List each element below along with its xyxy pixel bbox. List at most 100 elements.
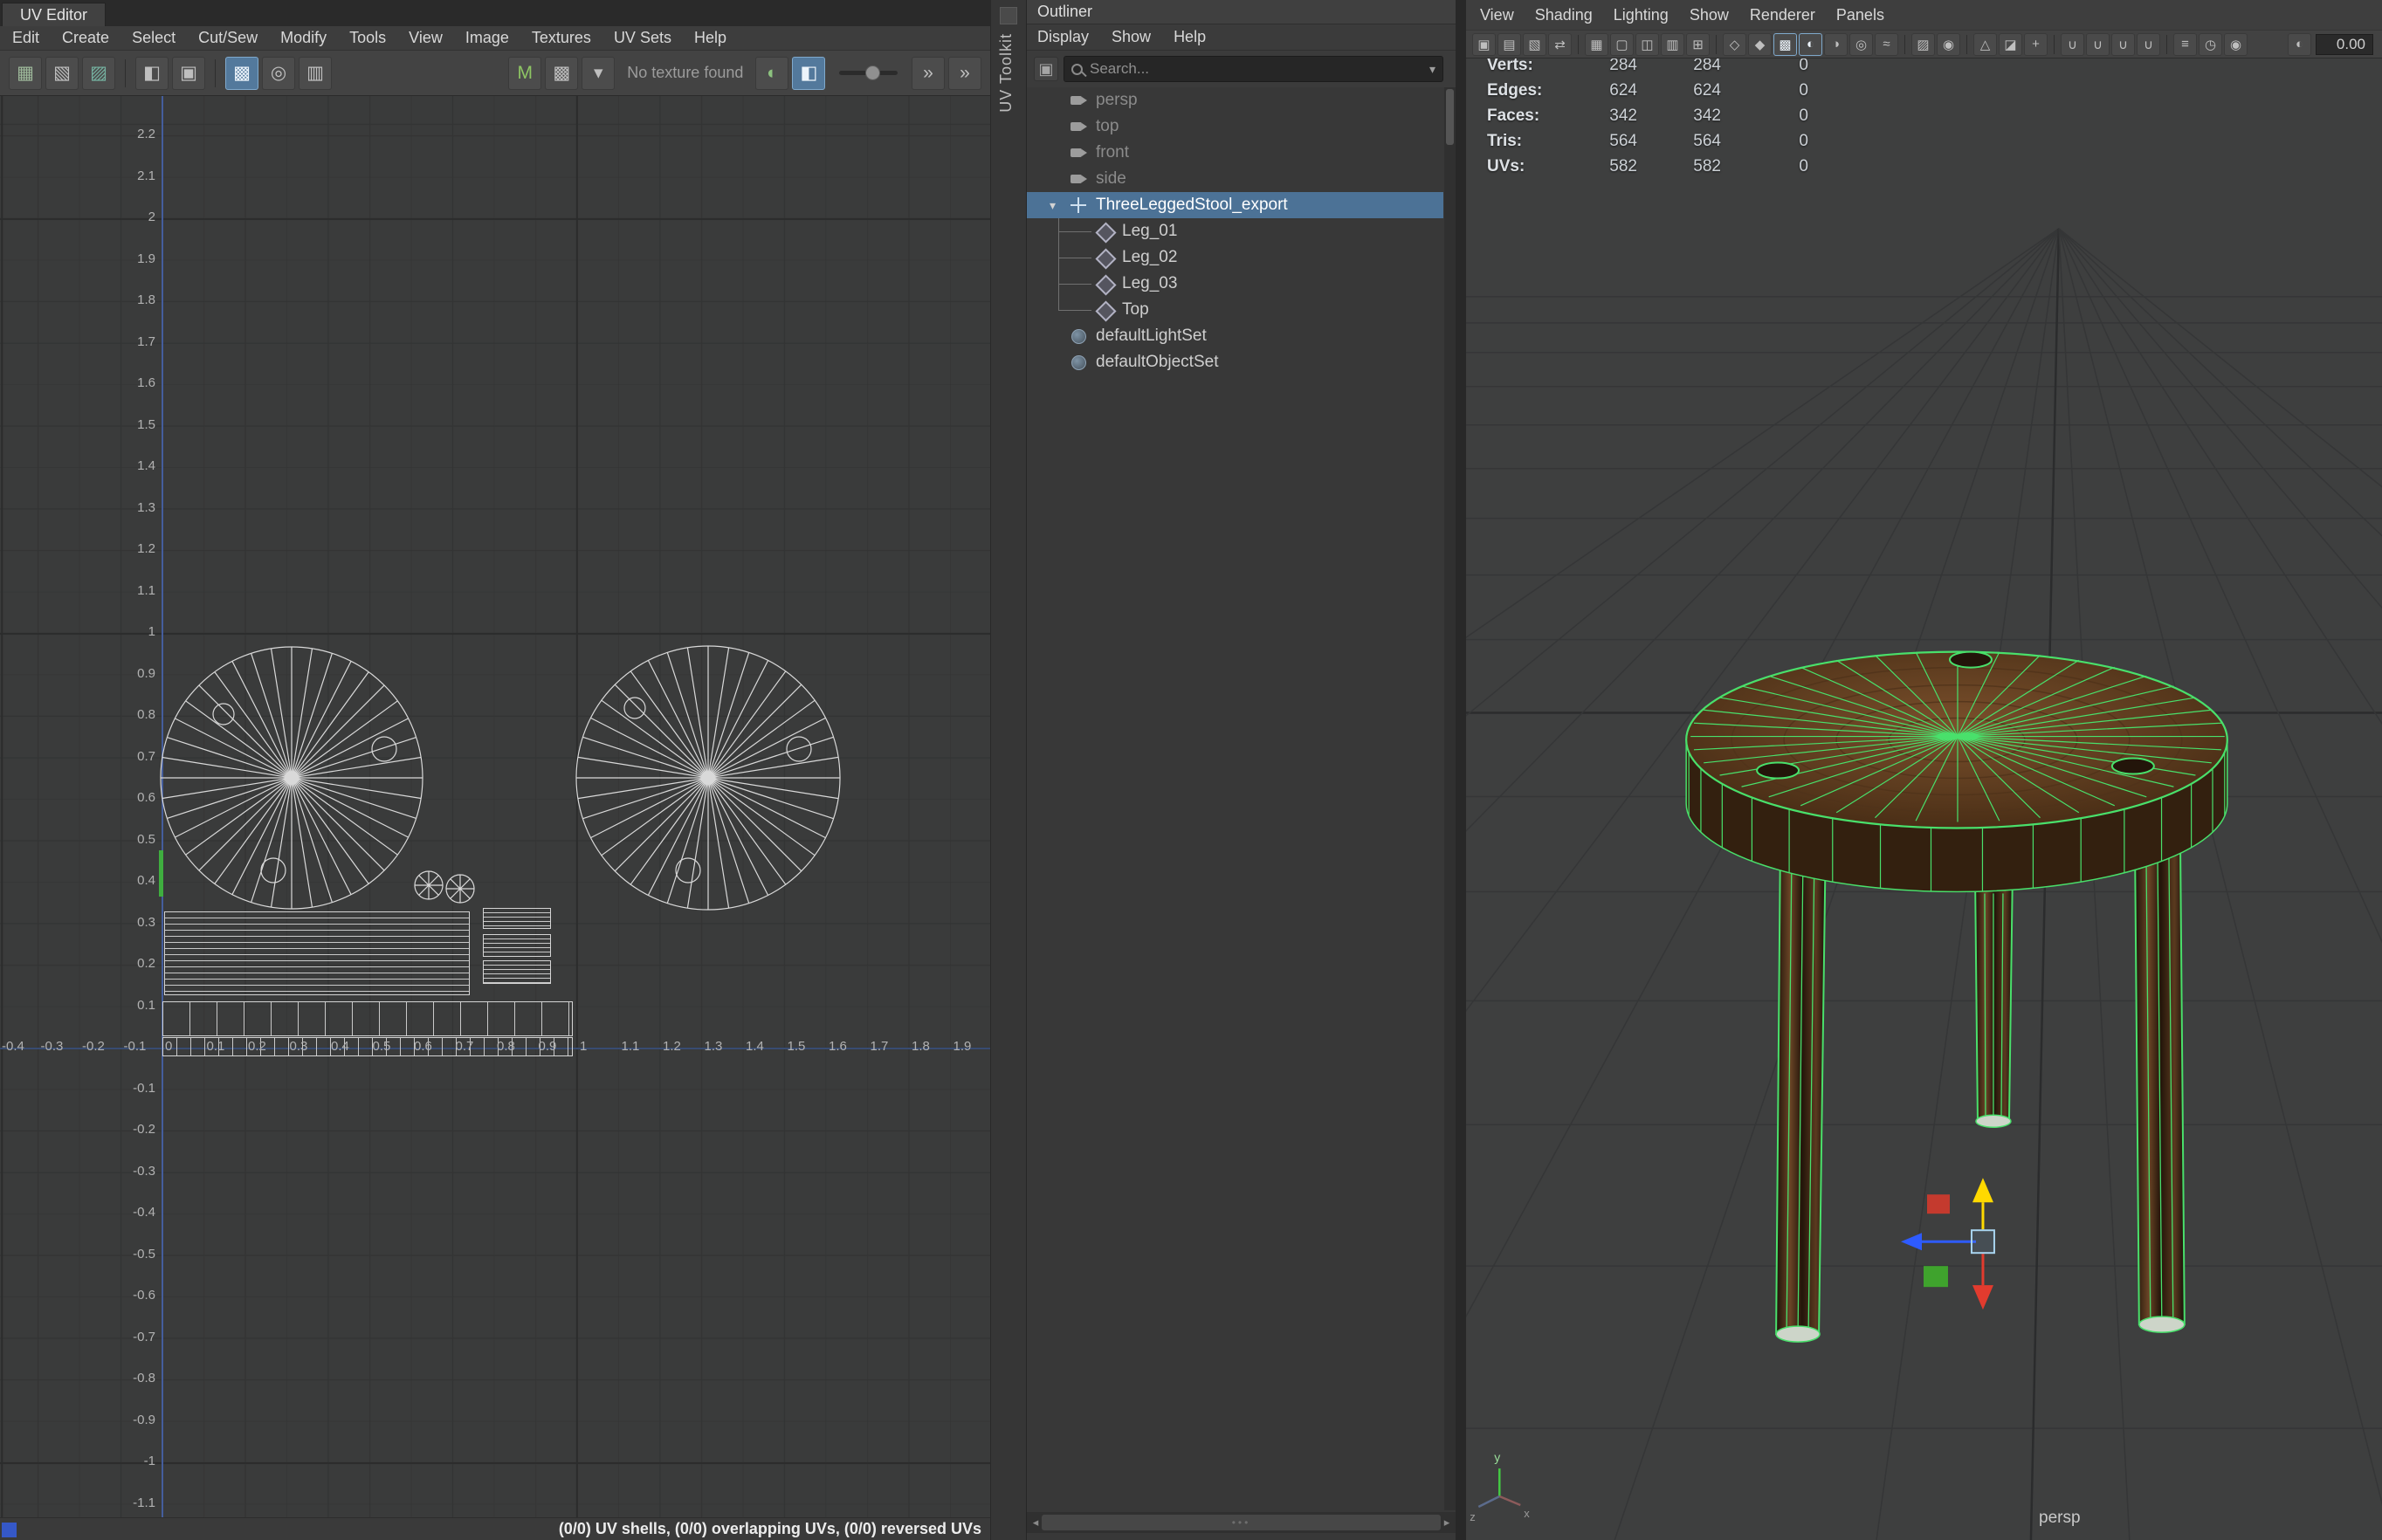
outliner-item-threeleggedstool_export[interactable]: ▾ ThreeLeggedStool_export [1027, 192, 1443, 218]
viewport-menu-panels[interactable]: Panels [1836, 6, 1884, 24]
outliner-item-leg_01[interactable]: Leg_01 [1027, 218, 1443, 244]
viewport-menu-lighting[interactable]: Lighting [1614, 6, 1669, 24]
uv-distortion-icon[interactable]: ▨ [82, 56, 115, 90]
outliner-item-leg_02[interactable]: Leg_02 [1027, 244, 1443, 271]
exposure-icon[interactable]: ◐ [2288, 32, 2311, 56]
shadows-icon[interactable]: ◑ [1824, 32, 1848, 56]
outliner-item-top[interactable]: top [1027, 113, 1443, 140]
texture-swatch-icon[interactable]: ▩ [545, 56, 579, 90]
outliner-horizontal-scrollbar[interactable]: ◂ ••• ▸ [1027, 1512, 1456, 1533]
gate-mask-icon[interactable]: ▥ [1661, 32, 1684, 56]
pan-zoom-icon[interactable]: ⇄ [1548, 32, 1572, 56]
uv-snapshot-icon[interactable]: ▥ [299, 56, 332, 90]
x-ray-joints-icon[interactable]: + [2024, 32, 2048, 56]
x-ray-icon[interactable]: ◪ [1999, 32, 2022, 56]
uv-canvas[interactable]: 2.2 2.1 2 1.9 1.8 1.7 1.6 1.5 1.4 1.3 1.2 1.1 1 0.9 0.… [0, 96, 990, 1517]
outliner-item-leg_03[interactable]: Leg_03 [1027, 271, 1443, 297]
smooth-shade-icon[interactable]: ◆ [1748, 32, 1772, 56]
bookmarks-icon[interactable]: ▤ [1497, 32, 1521, 56]
texture-borders-icon[interactable]: ▣ [172, 56, 205, 90]
multisampling-icon[interactable]: ▨ [1911, 32, 1935, 56]
outliner-menu-display[interactable]: Display [1037, 28, 1089, 46]
stool-leg-right[interactable] [2133, 825, 2186, 1333]
scroll-right-icon[interactable]: ▸ [1441, 1516, 1453, 1530]
snap-to-curves-icon[interactable]: ∪ [2086, 32, 2110, 56]
stool-leg-left[interactable] [1775, 825, 1828, 1343]
scrollbar-thumb-h[interactable]: ••• [1042, 1515, 1441, 1530]
uv-menu-uv-sets[interactable]: UV Sets [614, 29, 671, 47]
resolution-gate-icon[interactable]: ◫ [1635, 32, 1659, 56]
uv-shell-leg-band-2[interactable] [162, 1037, 573, 1056]
slider-knob[interactable] [865, 65, 881, 80]
uv-shell-seat-side[interactable] [164, 911, 470, 995]
material-texture-icon[interactable]: M [508, 56, 542, 90]
outliner-item-top[interactable]: Top [1027, 297, 1443, 323]
grid-display-icon[interactable]: ▦ [1585, 32, 1608, 56]
uv-menu-image[interactable]: Image [465, 29, 509, 47]
outliner-search-input[interactable] [1090, 60, 1424, 78]
uv-menu-edit[interactable]: Edit [12, 29, 39, 47]
gain-toggle-icon[interactable]: ◧ [792, 56, 826, 90]
use-all-lights-icon[interactable]: ◐ [1799, 32, 1822, 56]
uv-shell-strip-b[interactable] [483, 934, 551, 957]
stool-leg-back[interactable] [1973, 869, 2014, 1129]
exposure-toggle-icon[interactable]: ◐ [755, 56, 789, 90]
uv-toolkit-icon[interactable] [1000, 7, 1017, 24]
image-brightness-slider[interactable] [839, 65, 898, 80]
uv-shells[interactable] [160, 645, 841, 911]
plane-handle-red[interactable] [1926, 1194, 1950, 1214]
construction-history-icon[interactable]: ◷ [2199, 32, 2222, 56]
isolate-select-icon[interactable]: △ [1973, 32, 1997, 56]
textured-display-icon[interactable]: ▩ [1773, 32, 1797, 56]
viewport-scene[interactable]: y z x [1466, 58, 2382, 1540]
uv-menu-help[interactable]: Help [694, 29, 726, 47]
wireframe-display-icon[interactable]: ◇ [1723, 32, 1746, 56]
input-operations-icon[interactable]: ≡ [2173, 32, 2197, 56]
outliner-item-defaultlightset[interactable]: defaultLightSet [1027, 323, 1443, 349]
outliner-item-defaultobjectset[interactable]: defaultObjectSet [1027, 349, 1443, 375]
viewport-menu-view[interactable]: View [1480, 6, 1514, 24]
uv-texture-checker-icon[interactable]: ▦ [9, 56, 42, 90]
toolbar-expand-icon[interactable]: » [912, 56, 945, 90]
panel-divider[interactable] [1456, 0, 1466, 1540]
outliner-item-persp[interactable]: persp [1027, 87, 1443, 113]
viewport-menu-renderer[interactable]: Renderer [1750, 6, 1815, 24]
uv-shells-svg[interactable] [0, 96, 990, 1517]
uv-toolkit-strip[interactable]: UV Toolkit [990, 0, 1027, 1540]
uv-menu-create[interactable]: Create [62, 29, 109, 47]
outliner-menu-show[interactable]: Show [1112, 28, 1151, 46]
snap-to-points-icon[interactable]: ∪ [2111, 32, 2135, 56]
uv-menu-tools[interactable]: Tools [349, 29, 386, 47]
uv-menu-modify[interactable]: Modify [280, 29, 327, 47]
search-dropdown-caret-icon[interactable]: ▾ [1429, 62, 1435, 77]
uv-menu-cut-sew[interactable]: Cut/Sew [198, 29, 258, 47]
toolbar-overflow-icon[interactable]: » [948, 56, 981, 90]
snap-to-grids-icon[interactable]: ∪ [2061, 32, 2084, 56]
uv-menu-select[interactable]: Select [132, 29, 176, 47]
uv-shaded-shells-icon[interactable]: ▧ [45, 56, 79, 90]
outliner-search-box[interactable]: ▾ [1064, 56, 1443, 82]
depth-of-field-icon[interactable]: ◉ [1937, 32, 1960, 56]
uv-shell-leg-band-1[interactable] [162, 1001, 573, 1036]
outliner-item-side[interactable]: side [1027, 166, 1443, 192]
film-gate-icon[interactable]: ▢ [1610, 32, 1634, 56]
motion-blur-icon[interactable]: ≈ [1875, 32, 1898, 56]
texture-list-caret-icon[interactable]: ▾ [582, 56, 616, 90]
outliner-menu-help[interactable]: Help [1174, 28, 1206, 46]
display-shaded-uvs-icon[interactable]: ◧ [135, 56, 169, 90]
stool-seat-top[interactable] [1686, 651, 2227, 828]
uv-shell-strip-a[interactable] [483, 908, 551, 929]
exposure-field[interactable]: 0.00 [2316, 33, 2373, 55]
center-handle[interactable] [1970, 1229, 1995, 1255]
plane-handle-green[interactable] [1924, 1266, 1948, 1288]
image-plane-icon[interactable]: ▧ [1523, 32, 1546, 56]
scroll-left-icon[interactable]: ◂ [1029, 1516, 1042, 1530]
uv-menu-view[interactable]: View [409, 29, 443, 47]
display-image-icon[interactable]: ▩ [225, 56, 258, 90]
outliner-vertical-scrollbar[interactable] [1444, 87, 1456, 1510]
perspective-viewport[interactable]: View Shading Lighting Show Renderer Panels ▣ ▤… [1466, 0, 2382, 1540]
expander-icon[interactable]: ▾ [1050, 198, 1069, 213]
dim-image-icon[interactable]: ◎ [262, 56, 295, 90]
viewport-menu-show[interactable]: Show [1690, 6, 1729, 24]
field-chart-icon[interactable]: ⊞ [1686, 32, 1710, 56]
